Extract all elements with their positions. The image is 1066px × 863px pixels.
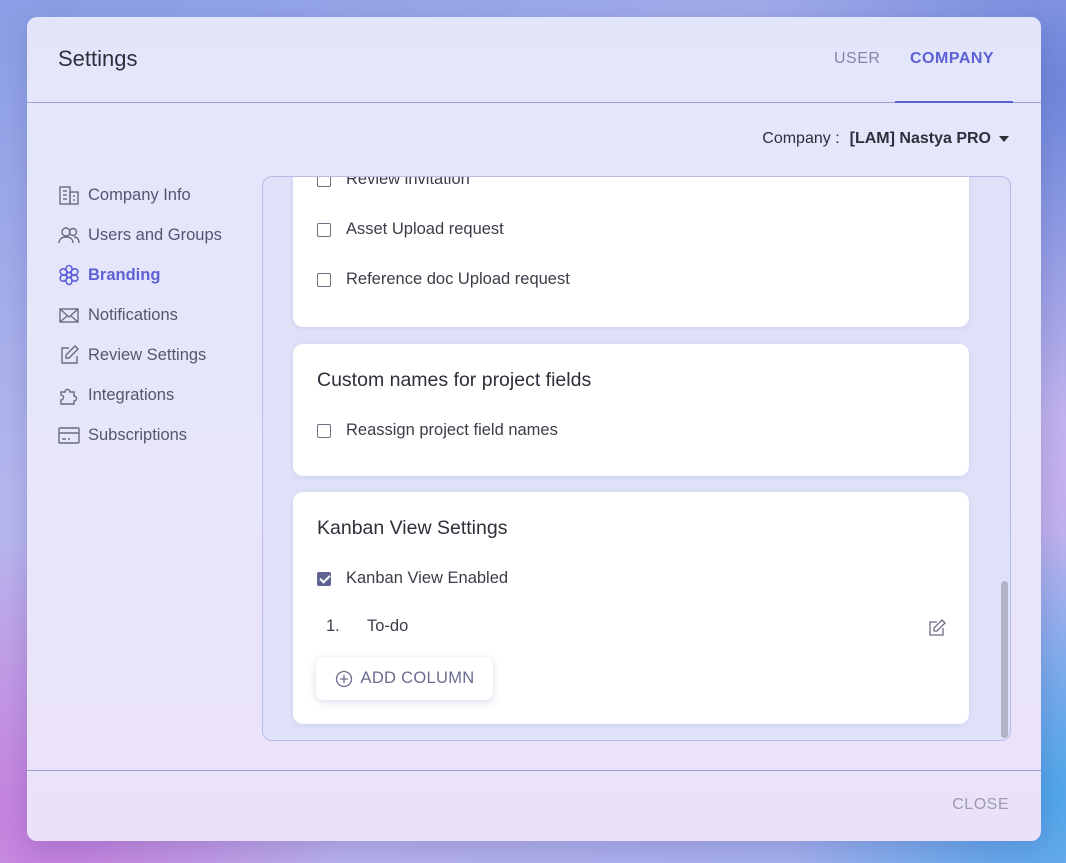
flower-icon	[59, 264, 79, 286]
kanban-title: Kanban View Settings	[317, 517, 508, 539]
sidebar-item-review-settings[interactable]: Review Settings	[58, 335, 222, 375]
checkbox-label: Reassign project field names	[346, 421, 558, 439]
sidebar-item-company-info[interactable]: Company Info	[58, 175, 222, 215]
sidebar-item-notifications[interactable]: Notifications	[58, 295, 222, 335]
sidebar-item-users-and-groups[interactable]: Users and Groups	[58, 215, 222, 255]
sidebar-item-integrations[interactable]: Integrations	[58, 375, 222, 415]
building-icon	[59, 186, 79, 205]
add-column-button[interactable]: ADD COLUMN	[316, 657, 493, 700]
company-selector[interactable]: Company : [LAM] Nastya PRO	[762, 130, 1009, 148]
kanban-settings-card: Kanban View Settings Kanban View Enabled…	[293, 492, 969, 724]
users-icon	[58, 227, 80, 244]
sidebar-item-label: Users and Groups	[88, 225, 222, 244]
sidebar-item-label: Review Settings	[88, 345, 207, 364]
custom-names-card: Custom names for project fields Reassign…	[293, 344, 969, 476]
settings-content-scroll[interactable]: Review invitation Asset Upload request R…	[262, 176, 1011, 741]
card-icon	[58, 427, 80, 444]
edit-icon	[61, 345, 79, 364]
dialog-header: Settings USER COMPANY	[27, 17, 1041, 103]
tab-company[interactable]: COMPANY	[910, 50, 994, 68]
dialog-footer: CLOSE	[27, 770, 1041, 841]
company-label: Company :	[762, 130, 840, 147]
requests-card: Review invitation Asset Upload request R…	[293, 176, 969, 327]
kanban-enabled-checkbox[interactable]	[317, 571, 331, 586]
sidebar-item-label: Notifications	[88, 305, 178, 324]
checkbox-row-reference-doc-upload[interactable]: Reference doc Upload request	[317, 270, 570, 289]
review-invitation-checkbox[interactable]	[317, 177, 331, 187]
scrollbar-thumb[interactable]	[1001, 581, 1008, 738]
close-button[interactable]: CLOSE	[952, 796, 1009, 814]
reassign-names-checkbox[interactable]	[317, 423, 331, 438]
sidebar-item-subscriptions[interactable]: Subscriptions	[58, 415, 222, 455]
checkbox-row-kanban-enabled[interactable]: Kanban View Enabled	[317, 569, 508, 588]
checkbox-label: Review invitation	[346, 176, 470, 188]
settings-dialog: Settings USER COMPANY Company : [LAM] Na…	[27, 17, 1041, 841]
envelope-icon	[59, 308, 79, 323]
checkbox-label: Kanban View Enabled	[346, 569, 509, 587]
company-value[interactable]: [LAM] Nastya PRO	[850, 130, 991, 148]
dialog-title: Settings	[58, 46, 138, 71]
plus-circle-icon	[335, 670, 352, 687]
checkbox-label: Reference doc Upload request	[346, 270, 570, 288]
column-number: 1.	[326, 617, 340, 635]
asset-upload-checkbox[interactable]	[317, 222, 331, 237]
add-column-label: ADD COLUMN	[360, 669, 475, 687]
sidebar-item-label: Integrations	[88, 385, 175, 404]
sidebar-item-branding[interactable]: Branding	[58, 255, 222, 295]
sidebar-item-label: Subscriptions	[88, 425, 188, 444]
puzzle-icon	[60, 388, 78, 405]
checkbox-row-reassign-names[interactable]: Reassign project field names	[317, 421, 558, 440]
sidebar-item-label: Branding	[88, 265, 161, 284]
caret-down-icon[interactable]	[999, 136, 1009, 142]
checkbox-row-asset-upload[interactable]: Asset Upload request	[317, 220, 504, 239]
edit-icon[interactable]	[928, 619, 946, 637]
checkbox-label: Asset Upload request	[346, 220, 504, 238]
reference-doc-upload-checkbox[interactable]	[317, 272, 331, 287]
custom-names-title: Custom names for project fields	[317, 369, 592, 391]
settings-sidebar: Company Info Users and Groups Branding N…	[58, 175, 222, 455]
tab-user[interactable]: USER	[834, 50, 880, 68]
checkbox-row-review-invitation[interactable]: Review invitation	[317, 176, 470, 189]
column-name: To-do	[367, 617, 409, 635]
sidebar-item-label: Company Info	[88, 185, 191, 204]
active-tab-indicator	[895, 101, 1013, 103]
